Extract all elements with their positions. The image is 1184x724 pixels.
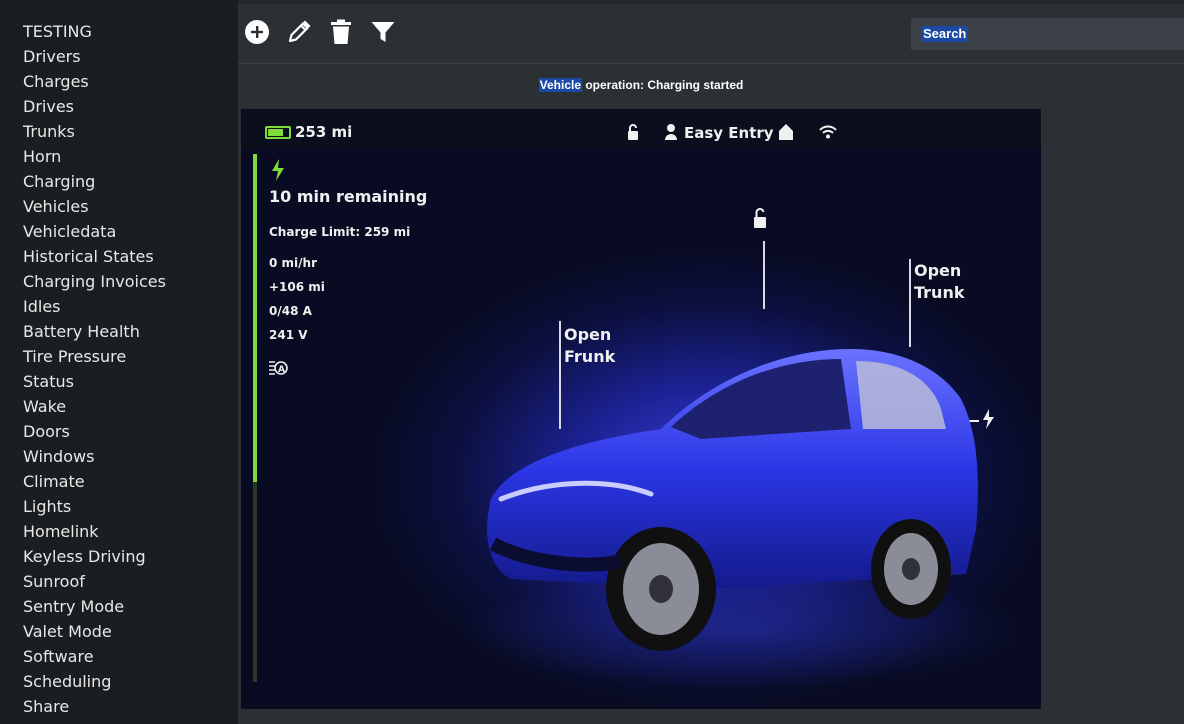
sidebar-item-drives[interactable]: Drives <box>0 96 238 121</box>
range-added: +106 mi <box>269 280 325 294</box>
sidebar-item-drivers[interactable]: Drivers <box>0 46 238 71</box>
sidebar-item-keyless-driving[interactable]: Keyless Driving <box>0 546 238 571</box>
sidebar-item-share[interactable]: Share <box>0 696 238 721</box>
sidebar-item-wake[interactable]: Wake <box>0 396 238 421</box>
sidebar-item-scheduling[interactable]: Scheduling <box>0 671 238 696</box>
homelink-icon <box>779 124 793 140</box>
add-icon[interactable] <box>243 18 271 46</box>
sidebar: TESTING Drivers Charges Drives Trunks Horn Cha… <box>0 0 238 724</box>
sidebar-item-testing[interactable]: TESTING <box>0 21 238 46</box>
drive-mode-label: Easy Entry <box>684 124 774 142</box>
delete-icon[interactable] <box>327 18 355 46</box>
sidebar-item-tire-pressure[interactable]: Tire Pressure <box>0 346 238 371</box>
callout-line-door <box>763 241 765 309</box>
sidebar-item-historical-states[interactable]: Historical States <box>0 246 238 271</box>
wifi-icon <box>819 125 837 139</box>
sidebar-item-charges[interactable]: Charges <box>0 71 238 96</box>
vehicle-screen-image: 253 mi Easy Entry 10 min remaining Charg… <box>241 109 1041 709</box>
status-highlight: Vehicle <box>538 78 583 92</box>
sidebar-item-sunroof[interactable]: Sunroof <box>0 571 238 596</box>
sidebar-item-windows[interactable]: Windows <box>0 446 238 471</box>
sidebar-item-horn[interactable]: Horn <box>0 146 238 171</box>
edit-icon[interactable] <box>285 18 313 46</box>
charge-voltage: 241 V <box>269 328 308 342</box>
toolbar: Search <box>238 0 1184 64</box>
sidebar-item-battery-health[interactable]: Battery Health <box>0 321 238 346</box>
sidebar-item-lights[interactable]: Lights <box>0 496 238 521</box>
time-remaining: 10 min remaining <box>269 187 428 206</box>
search-label: Search <box>921 26 969 42</box>
sidebar-item-status[interactable]: Status <box>0 371 238 396</box>
search-input[interactable]: Search <box>911 18 1184 50</box>
charge-limit: Charge Limit: 259 mi <box>269 225 411 239</box>
svg-text:A: A <box>278 365 285 375</box>
battery-icon <box>265 126 291 139</box>
app-window: TESTING Drivers Charges Drives Trunks Horn Cha… <box>0 0 1184 724</box>
sidebar-item-homelink[interactable]: Homelink <box>0 521 238 546</box>
open-trunk-label-line2: Trunk <box>914 283 965 302</box>
sidebar-item-vehicles[interactable]: Vehicles <box>0 196 238 221</box>
sidebar-item-sentry-mode[interactable]: Sentry Mode <box>0 596 238 621</box>
main-panel: Search Vehicle operation: Charging start… <box>238 0 1184 724</box>
charge-progress-track <box>253 482 257 682</box>
sidebar-item-trunks[interactable]: Trunks <box>0 121 238 146</box>
sidebar-item-charging-invoices[interactable]: Charging Invoices <box>0 271 238 296</box>
unlock-icon <box>754 208 766 228</box>
range-label: 253 mi <box>295 123 353 141</box>
auto-headlights-icon: A <box>269 361 288 375</box>
sidebar-item-doors[interactable]: Doors <box>0 421 238 446</box>
status-message: Vehicle operation: Charging started <box>238 77 1044 94</box>
charge-current: 0/48 A <box>269 304 312 318</box>
sidebar-item-vehicledata[interactable]: Vehicledata <box>0 221 238 246</box>
lock-icon <box>628 124 638 140</box>
filter-icon[interactable] <box>369 18 397 46</box>
open-trunk-label-line1: Open <box>914 261 962 280</box>
person-icon <box>665 124 677 140</box>
sidebar-item-software[interactable]: Software <box>0 646 238 671</box>
charge-rate: 0 mi/hr <box>269 256 317 270</box>
vehicle-status-bar <box>241 109 1041 149</box>
status-text: operation: Charging started <box>582 78 744 92</box>
sidebar-item-valet-mode[interactable]: Valet Mode <box>0 621 238 646</box>
sidebar-item-idles[interactable]: Idles <box>0 296 238 321</box>
charge-progress-bar <box>253 154 257 482</box>
charging-bolt-icon <box>272 159 284 181</box>
car-illustration <box>487 349 978 651</box>
sidebar-item-climate[interactable]: Climate <box>0 471 238 496</box>
sidebar-item-charging[interactable]: Charging <box>0 171 238 196</box>
